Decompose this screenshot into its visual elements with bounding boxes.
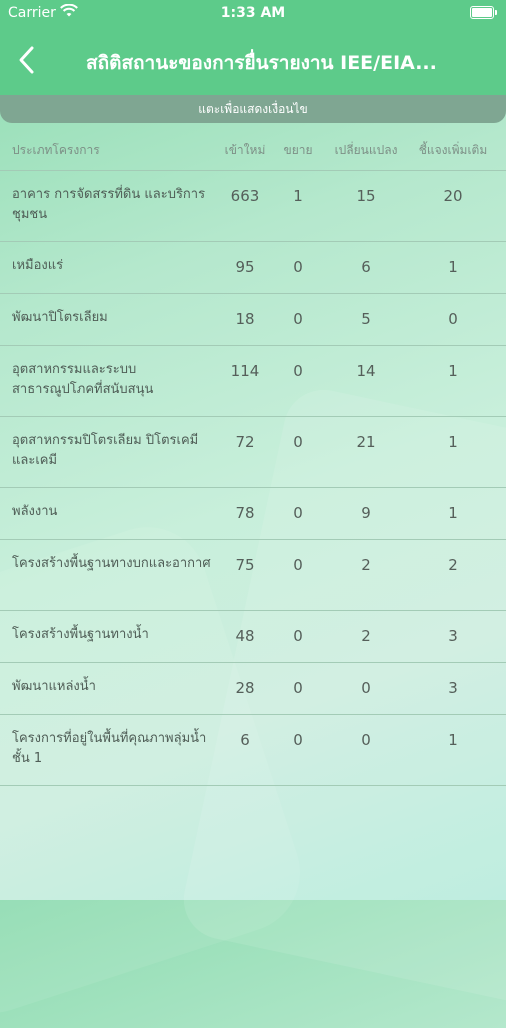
expand-cell: 0 (293, 433, 303, 451)
expand-cell: 1 (293, 187, 303, 205)
status-time: 1:33 AM (220, 5, 286, 21)
project-type-cell: อุตสาหกรรมปิโตรเลียม ปิโตรเคมีและเคมี (12, 433, 199, 468)
table-header-row: ประเภทโครงการ เข้าใหม่ ขยาย เปลี่ยนแปลง … (0, 130, 506, 171)
change-cell: 14 (356, 362, 376, 380)
new-cell: 6 (240, 731, 250, 749)
clarify-cell: 2 (448, 556, 458, 574)
project-type-cell: พลังงาน (12, 504, 58, 519)
new-cell: 72 (235, 433, 255, 451)
project-type-cell: พัฒนาปิโตรเลียม (12, 310, 108, 325)
header-new: เข้าใหม่ (224, 143, 266, 157)
header-expand: ขยาย (283, 143, 313, 157)
expand-cell: 0 (293, 258, 303, 276)
new-cell: 114 (230, 362, 260, 380)
change-cell: 2 (361, 556, 371, 574)
table-row: โครงการที่อยู่ในพื้นที่คุณภาพลุ่มน้ำชั้น… (0, 715, 506, 786)
new-cell: 28 (235, 679, 255, 697)
table-row: พัฒนาปิโตรเลียม 18 0 5 0 (0, 294, 506, 346)
header-project-type: ประเภทโครงการ (12, 143, 100, 157)
table-row: พลังงาน 78 0 9 1 (0, 488, 506, 540)
clarify-cell: 0 (448, 310, 458, 328)
clarify-cell: 3 (448, 679, 458, 697)
clarify-cell: 20 (443, 187, 463, 205)
expand-cell: 0 (293, 362, 303, 380)
filter-condition-label: แตะเพื่อแสดงเงื่อนไข (198, 102, 308, 116)
new-cell: 75 (235, 556, 255, 574)
clarify-cell: 1 (448, 731, 458, 749)
new-cell: 18 (235, 310, 255, 328)
page-title: สถิติสถานะของการยื่นรายงาน IEE/EIA... (86, 52, 437, 74)
expand-cell: 0 (293, 627, 303, 645)
change-cell: 0 (361, 731, 371, 749)
table-row: เหมืองแร่ 95 0 6 1 (0, 242, 506, 294)
status-bar: Carrier 1:33 AM (0, 0, 506, 28)
clarify-cell: 1 (448, 504, 458, 522)
header-clarify: ชี้แจงเพิ่มเติม (418, 143, 488, 157)
change-cell: 21 (356, 433, 376, 451)
change-cell: 6 (361, 258, 371, 276)
new-cell: 663 (230, 187, 260, 205)
clarify-cell: 3 (448, 627, 458, 645)
chevron-left-icon (19, 46, 34, 74)
new-cell: 95 (235, 258, 255, 276)
table-row: อุตสาหกรรมปิโตรเลียม ปิโตรเคมีและเคมี 72… (0, 417, 506, 488)
project-type-cell: อุตสาหกรรมและระบบสาธารณูปโภคที่สนับสนุน (12, 362, 154, 397)
statistics-table: ประเภทโครงการ เข้าใหม่ ขยาย เปลี่ยนแปลง … (0, 130, 506, 786)
expand-cell: 0 (293, 556, 303, 574)
change-cell: 9 (361, 504, 371, 522)
expand-cell: 0 (293, 731, 303, 749)
table-row: โครงสร้างพื้นฐานทางน้ำ 48 0 2 3 (0, 611, 506, 663)
table-row: พัฒนาแหล่งน้ำ 28 0 0 3 (0, 663, 506, 715)
project-type-cell: เหมืองแร่ (12, 258, 64, 273)
clarify-cell: 1 (448, 362, 458, 380)
change-cell: 15 (356, 187, 376, 205)
project-type-cell: โครงการที่อยู่ในพื้นที่คุณภาพลุ่มน้ำชั้น… (12, 731, 207, 766)
change-cell: 5 (361, 310, 371, 328)
project-type-cell: โครงสร้างพื้นฐานทางน้ำ (12, 627, 149, 642)
app-header: Carrier 1:33 AM สถิติสถานะของการยื่นรายง… (0, 0, 506, 96)
filter-condition-bar[interactable]: แตะเพื่อแสดงเงื่อนไข (0, 95, 506, 123)
change-cell: 0 (361, 679, 371, 697)
project-type-cell: พัฒนาแหล่งน้ำ (12, 679, 96, 694)
navigation-bar: สถิติสถานะของการยื่นรายงาน IEE/EIA... (0, 36, 506, 86)
project-type-cell: โครงสร้างพื้นฐานทางบกและอากาศ (12, 556, 211, 571)
clarify-cell: 1 (448, 433, 458, 451)
battery-icon (470, 6, 497, 19)
new-cell: 78 (235, 504, 255, 522)
header-change: เปลี่ยนแปลง (334, 143, 398, 157)
change-cell: 2 (361, 627, 371, 645)
clarify-cell: 1 (448, 258, 458, 276)
table-row: อุตสาหกรรมและระบบสาธารณูปโภคที่สนับสนุน … (0, 346, 506, 417)
table-row: โครงสร้างพื้นฐานทางบกและอากาศ 75 0 2 2 (0, 540, 506, 611)
expand-cell: 0 (293, 679, 303, 697)
back-button[interactable] (16, 42, 44, 78)
new-cell: 48 (235, 627, 255, 645)
table-row: อาคาร การจัดสรรที่ดิน และบริการชุมชน 663… (0, 171, 506, 242)
project-type-cell: อาคาร การจัดสรรที่ดิน และบริการชุมชน (12, 187, 206, 222)
expand-cell: 0 (293, 504, 303, 522)
expand-cell: 0 (293, 310, 303, 328)
